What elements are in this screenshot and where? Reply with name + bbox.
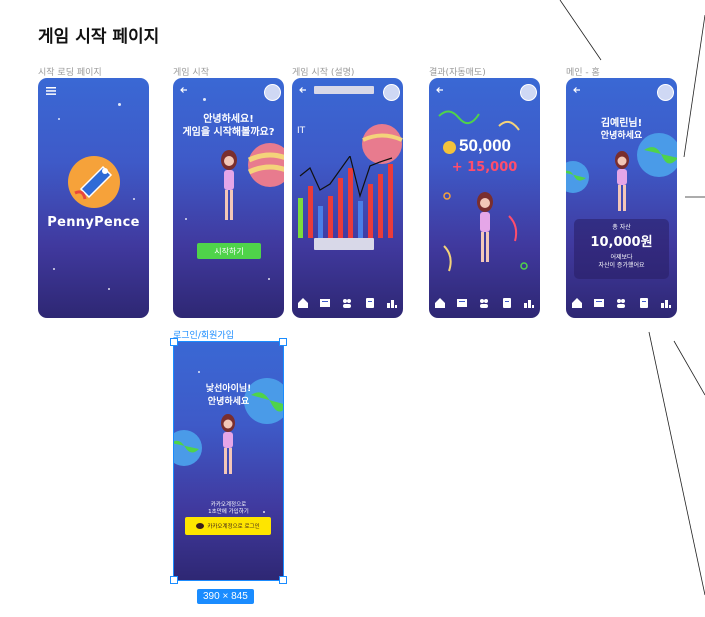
frame-tutorial[interactable]: IT <box>292 78 403 318</box>
page-title: 게임 시작 페이지 <box>38 27 160 47</box>
character-icon <box>221 150 237 220</box>
menu-icon[interactable] <box>45 86 57 96</box>
start-button[interactable]: 시작하기 <box>197 243 261 259</box>
ranking-tab-icon[interactable] <box>385 296 399 310</box>
home-tab-icon[interactable] <box>433 296 447 310</box>
frame-start[interactable]: 안녕하세요! 게임을 시작해볼까요? 시작하기 <box>173 78 284 318</box>
quest-tab-icon[interactable] <box>500 296 514 310</box>
selection-outline <box>173 341 284 581</box>
frame-label-login[interactable]: 로그인/회원가입 <box>173 328 234 341</box>
community-tab-icon[interactable] <box>340 296 354 310</box>
character-icon <box>477 192 493 262</box>
home-greeting-line-1: 김예린님! <box>600 118 643 129</box>
resize-handle[interactable] <box>279 338 287 346</box>
resize-handle[interactable] <box>170 576 178 584</box>
result-amount: 50,000 <box>459 136 511 155</box>
frame-label-loading[interactable]: 시작 로딩 페이지 <box>38 65 102 78</box>
quest-tab-icon[interactable] <box>363 296 377 310</box>
asset-value: 10,000원 <box>590 235 653 250</box>
quest-tab-icon[interactable] <box>637 296 651 310</box>
asset-label: 총 자산 <box>612 224 631 231</box>
back-arrow-icon[interactable] <box>179 85 189 95</box>
resize-handle[interactable] <box>279 576 287 584</box>
ranking-tab-icon[interactable] <box>659 296 673 310</box>
community-tab-icon[interactable] <box>614 296 628 310</box>
avatar[interactable] <box>264 84 281 101</box>
avatar[interactable] <box>657 84 674 101</box>
back-arrow-icon[interactable] <box>435 85 445 95</box>
planet-icon <box>247 143 284 187</box>
earth-icon <box>566 161 589 193</box>
result-gain: + 15,000 <box>451 160 518 175</box>
coin-icon <box>443 141 456 154</box>
back-arrow-icon[interactable] <box>298 85 308 95</box>
frame-home[interactable]: 김예린님! 안녕하세요 총 자산 10,000원 어제보다 자산이 증가했어요 <box>566 78 677 318</box>
character-icon <box>615 151 629 211</box>
bottom-tab-bar <box>429 288 540 318</box>
tutorial-tooltip <box>314 238 374 250</box>
frame-label-start[interactable]: 게임 시작 <box>173 65 209 78</box>
size-badge: 390 × 845 <box>197 589 254 604</box>
frame-label-tutorial[interactable]: 게임 시작 (설명) <box>292 65 354 78</box>
tutorial-tooltip <box>314 86 374 94</box>
home-tab-icon[interactable] <box>296 296 310 310</box>
asset-card[interactable]: 총 자산 10,000원 어제보다 자산이 증가했어요 <box>574 219 669 279</box>
pennypence-logo-icon <box>68 156 120 208</box>
ticker-label: IT <box>297 126 306 136</box>
home-greeting-line-2: 안녕하세요 <box>600 131 643 141</box>
resize-handle[interactable] <box>170 338 178 346</box>
home-tab-icon[interactable] <box>570 296 584 310</box>
greeting-line-2: 게임을 시작해볼까요? <box>182 127 275 138</box>
back-arrow-icon[interactable] <box>572 85 582 95</box>
news-tab-icon[interactable] <box>455 296 469 310</box>
news-tab-icon[interactable] <box>318 296 332 310</box>
news-tab-icon[interactable] <box>592 296 606 310</box>
asset-note-line-2: 자산이 증가했어요 <box>598 262 645 269</box>
ranking-tab-icon[interactable] <box>522 296 536 310</box>
frame-label-result[interactable]: 결과(자동매도) <box>429 65 486 78</box>
frame-loading[interactable]: PennyPence <box>38 78 149 318</box>
frame-result[interactable]: 50,000 + 15,000 <box>429 78 540 318</box>
avatar[interactable] <box>383 84 400 101</box>
bottom-tab-bar <box>566 288 677 318</box>
bottom-tab-bar <box>292 288 403 318</box>
community-tab-icon[interactable] <box>477 296 491 310</box>
logo-text: PennyPence <box>47 215 140 230</box>
frame-label-home[interactable]: 메인 - 홈 <box>566 65 600 78</box>
